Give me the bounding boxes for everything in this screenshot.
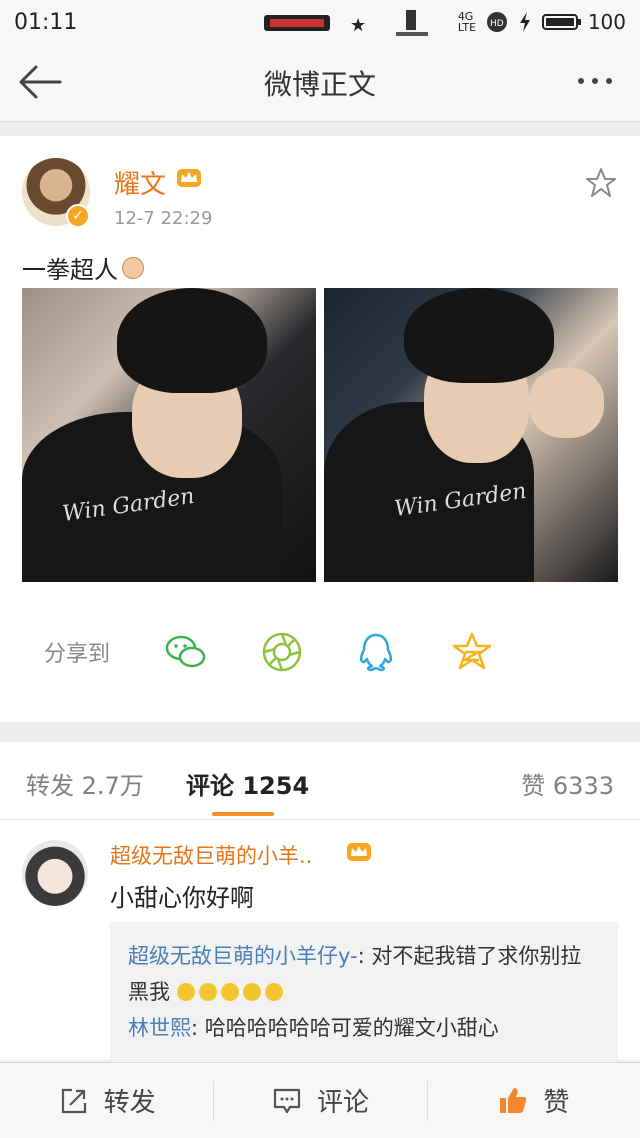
reply-author[interactable]: 林世熙	[128, 1016, 191, 1040]
post-photo-1[interactable]: Win Garden	[22, 288, 316, 582]
bottom-action-bar: 转发 评论 赞	[0, 1062, 640, 1138]
repost-icon	[61, 1088, 86, 1113]
photo-hair	[117, 288, 267, 393]
crying-emoji-icons	[176, 980, 287, 1004]
status-right: 4G LTE HD 100	[458, 10, 626, 34]
status-bar: 01:11 ★ 4G LTE HD 100	[0, 0, 640, 44]
reply-author[interactable]: 超级无敌巨萌的小羊仔y-	[128, 944, 358, 968]
photo-hair	[404, 288, 554, 383]
verified-badge-icon: ✓	[66, 204, 90, 228]
reply-item: 超级无敌巨萌的小羊仔y-: 对不起我错了求你别拉黑我	[128, 938, 600, 1010]
interaction-tabs: 转发 2.7万 评论 1254 赞 6333	[0, 742, 640, 820]
qzone-icon[interactable]	[450, 630, 494, 674]
wechat-icon[interactable]	[164, 630, 208, 674]
photo-fist	[529, 368, 604, 438]
qq-icon[interactable]	[354, 630, 398, 674]
share-label: 分享到	[44, 642, 111, 667]
repost-label: 转发	[103, 1088, 156, 1118]
post-text: 一拳超人	[22, 250, 144, 285]
reply-text: : 哈哈哈哈哈哈可爱的耀文小甜心	[191, 1016, 499, 1040]
moments-icon[interactable]	[260, 630, 304, 674]
vip-crown-icon	[347, 843, 371, 861]
comment-button[interactable]: 评论	[213, 1063, 426, 1138]
reply-box[interactable]: 超级无敌巨萌的小羊仔y-: 对不起我错了求你别拉黑我 林世熙: 哈哈哈哈哈哈可爱…	[110, 922, 618, 1072]
post-timestamp: 12-7 22:29	[114, 208, 213, 229]
tab-like[interactable]: 赞 6333	[521, 766, 614, 801]
battery-level: 100	[587, 10, 626, 34]
commenter-name[interactable]: 超级无敌巨萌的小羊..	[110, 840, 312, 870]
game-notification-icon	[264, 15, 330, 31]
tab-repost[interactable]: 转发 2.7万	[26, 766, 144, 801]
back-arrow-icon[interactable]	[16, 62, 64, 102]
repost-button[interactable]: 转发	[0, 1063, 213, 1138]
more-options-icon[interactable]	[578, 66, 622, 96]
fist-emoji-icon	[122, 256, 144, 279]
post-card: ✓ 耀文 12-7 22:29 一拳超人 Win Garden Win Gard…	[0, 136, 640, 722]
post-photo-2[interactable]: Win Garden	[324, 288, 618, 582]
like-button[interactable]: 赞	[426, 1063, 640, 1138]
status-time: 01:11	[14, 9, 78, 35]
share-row: 分享到	[0, 622, 640, 682]
nav-bar: 微博正文	[0, 44, 640, 122]
status-notification-icons: ★	[262, 6, 430, 40]
like-label: 赞	[543, 1088, 570, 1118]
stars-notification-icon: ★	[350, 15, 366, 36]
comment-text: 小甜心你好啊	[110, 884, 254, 912]
comment-label: 评论	[316, 1088, 369, 1118]
post-text-content: 一拳超人	[22, 256, 118, 284]
svg-text:HD: HD	[490, 19, 504, 29]
comment-list: 超级无敌巨萌的小羊.. 小甜心你好啊 超级无敌巨萌的小羊仔y-: 对不起我错了求…	[0, 820, 640, 1072]
favorite-star-icon[interactable]	[584, 166, 618, 200]
tab-active-indicator	[212, 812, 274, 816]
tab-comment[interactable]: 评论 1254	[186, 766, 309, 801]
page-title: 微博正文	[263, 67, 376, 101]
network-label: 4G LTE	[457, 10, 477, 34]
battery-icon	[541, 14, 581, 30]
author-name[interactable]: 耀文	[114, 164, 166, 201]
comment-icon	[273, 1088, 301, 1113]
reply-item: 林世熙: 哈哈哈哈哈哈可爱的耀文小甜心	[128, 1010, 600, 1046]
thumbs-up-icon	[500, 1087, 527, 1113]
figure-notification-icon	[396, 10, 428, 36]
svg-text:★: ★	[350, 15, 366, 36]
vip-crown-icon	[177, 169, 201, 187]
charging-icon	[519, 12, 530, 32]
hd-icon: HD	[486, 12, 507, 32]
commenter-avatar[interactable]	[22, 840, 88, 906]
